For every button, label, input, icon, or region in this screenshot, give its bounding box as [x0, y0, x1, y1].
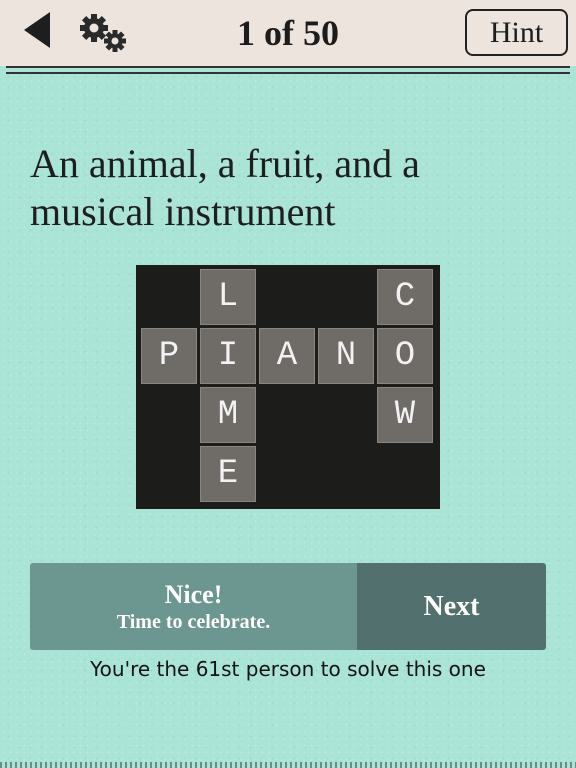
result-message: Nice! Time to celebrate.	[30, 563, 357, 650]
puzzle-question: An animal, a fruit, and a musical instru…	[30, 141, 420, 234]
header-divider	[6, 66, 570, 68]
letter-tile-l: L	[200, 269, 256, 325]
back-button[interactable]	[20, 10, 54, 50]
hint-button[interactable]: Hint	[465, 9, 568, 56]
letter-tile-o: O	[377, 328, 433, 384]
crossword-board: L C PIANO M W E	[136, 265, 440, 509]
level-counter: 1 of 50	[237, 13, 339, 53]
letter-tile-w: W	[377, 387, 433, 443]
letter-tile-p: P	[141, 328, 197, 384]
solver-count-text: You're the 61st person to solve this one	[90, 657, 486, 681]
letter-tile-n: N	[318, 328, 374, 384]
top-bar: 1 of 50 Hint	[0, 0, 576, 66]
letter-tile-e: E	[200, 446, 256, 502]
letter-tile-a: A	[259, 328, 315, 384]
settings-button[interactable]	[78, 12, 130, 54]
letter-tile-i: I	[200, 328, 256, 384]
result-headline: Nice!	[164, 579, 223, 609]
letter-tile-m: M	[200, 387, 256, 443]
result-bar: Nice! Time to celebrate. Next	[30, 563, 546, 650]
next-button[interactable]: Next	[357, 563, 546, 650]
result-subline: Time to celebrate.	[116, 610, 271, 633]
header-divider	[6, 72, 570, 74]
bottom-edge	[0, 762, 576, 768]
back-arrow-icon	[24, 12, 50, 48]
gear-icon	[80, 14, 126, 52]
letter-tile-c: C	[377, 269, 433, 325]
